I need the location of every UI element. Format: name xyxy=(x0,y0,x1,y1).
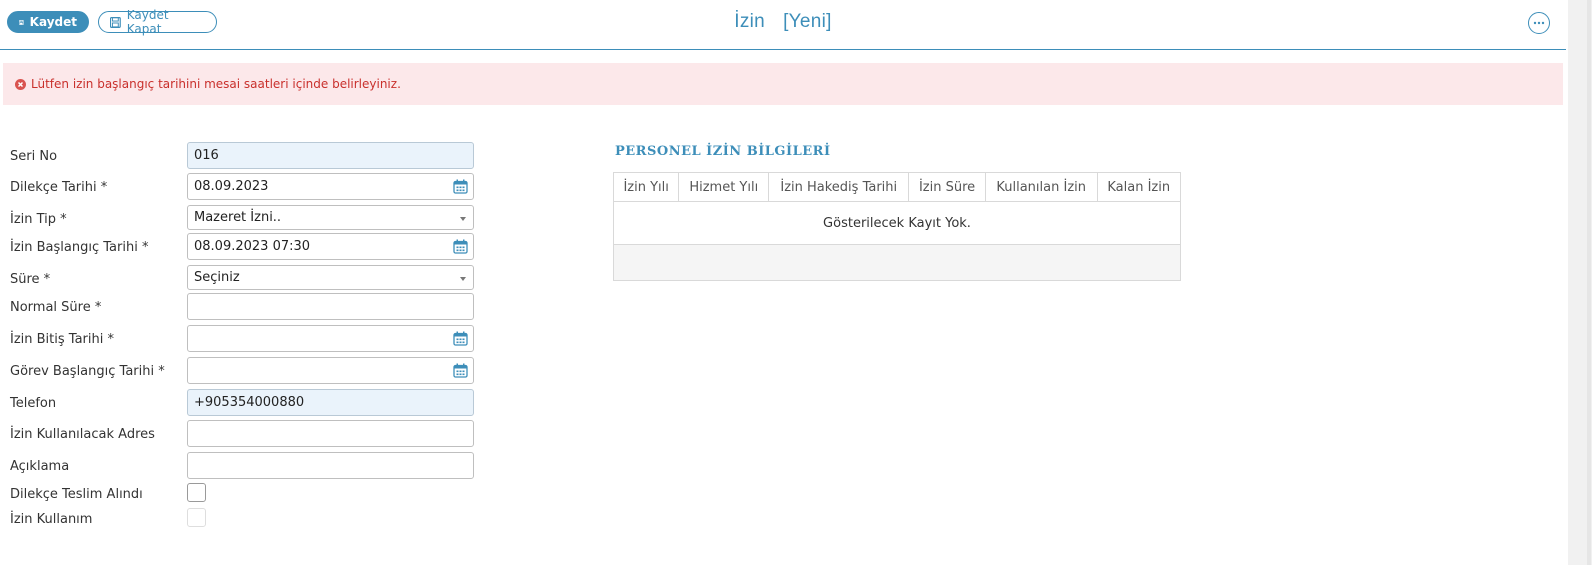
table-header-row: İzin Yılı Hizmet Yılı İzin Hakediş Tarih… xyxy=(612,172,1181,202)
column-header[interactable]: Kullanılan İzin xyxy=(984,172,1098,202)
toolbar: Kaydet Kaydet Kapat İzin [Yeni] xyxy=(0,0,1566,50)
calendar-icon[interactable] xyxy=(453,239,468,254)
calendar-icon[interactable] xyxy=(453,363,468,378)
teslim-alindi-label: Dilekçe Teslim Alındı xyxy=(10,487,143,502)
dilekce-tarihi-label: Dilekçe Tarihi * xyxy=(10,180,108,195)
izin-tip-select[interactable]: Mazeret İzni.. xyxy=(187,205,474,230)
seri-no-label: Seri No xyxy=(10,149,58,164)
table-footer xyxy=(613,244,1181,281)
more-horizontal-icon xyxy=(1533,21,1545,25)
vertical-scrollbar[interactable] xyxy=(1568,0,1592,565)
alert-message: Lütfen izin başlangıç tarihini mesai saa… xyxy=(31,77,401,91)
dilekce-tarihi-input[interactable]: 08.09.2023 xyxy=(187,173,474,200)
izin-baslangic-value: 08.09.2023 07:30 xyxy=(194,239,311,254)
sure-value: Seçiniz xyxy=(194,270,240,285)
gorev-baslangic-label: Görev Başlangıç Tarihi * xyxy=(10,364,165,379)
izin-baslangic-label: İzin Başlangıç Tarihi * xyxy=(10,240,149,255)
sure-label: Süre * xyxy=(10,272,51,287)
gorev-baslangic-input[interactable] xyxy=(187,357,474,384)
scrollbar-track[interactable] xyxy=(1587,0,1591,565)
aciklama-input[interactable] xyxy=(187,452,474,479)
telefon-input[interactable]: +905354000880 xyxy=(187,389,474,416)
calendar-icon[interactable] xyxy=(453,331,468,346)
page: Kaydet Kaydet Kapat İzin [Yeni] Lütfen i… xyxy=(0,0,1592,565)
personel-izin-table: İzin Yılı Hizmet Yılı İzin Hakediş Tarih… xyxy=(612,172,1181,281)
adres-label: İzin Kullanılacak Adres xyxy=(10,427,155,442)
chevron-down-icon xyxy=(460,277,466,281)
normal-sure-input[interactable] xyxy=(187,293,474,320)
adres-input[interactable] xyxy=(187,420,474,447)
column-header[interactable]: İzin Süre xyxy=(908,172,986,202)
izin-kullanim-label: İzin Kullanım xyxy=(10,512,93,527)
page-title-text: İzin xyxy=(734,11,766,32)
table-empty-row: Gösterilecek Kayıt Yok. xyxy=(613,201,1181,245)
column-header[interactable]: İzin Yılı xyxy=(612,172,680,202)
telefon-value: +905354000880 xyxy=(194,395,305,410)
telefon-label: Telefon xyxy=(10,396,57,411)
column-header[interactable]: Hizmet Yılı xyxy=(678,172,770,202)
izin-baslangic-input[interactable]: 08.09.2023 07:30 xyxy=(187,233,474,260)
izin-tip-label: İzin Tip * xyxy=(10,212,67,227)
teslim-alindi-checkbox[interactable] xyxy=(187,483,206,502)
column-header[interactable]: İzin Hakediş Tarihi xyxy=(768,172,910,202)
column-header[interactable]: Kalan İzin xyxy=(1096,172,1181,202)
seri-no-input[interactable]: 016 xyxy=(187,142,474,169)
page-title-status: [Yeni] xyxy=(783,11,832,32)
more-options-button[interactable] xyxy=(1528,12,1550,34)
izin-kullanim-checkbox[interactable] xyxy=(187,508,206,527)
izin-bitis-label: İzin Bitiş Tarihi * xyxy=(10,332,114,347)
table-footer-row xyxy=(613,244,1181,281)
personel-section-title: PERSONEL İZİN BİLGİLERİ xyxy=(615,144,831,159)
seri-no-value: 016 xyxy=(194,148,219,163)
izin-tip-value: Mazeret İzni.. xyxy=(194,210,282,225)
sure-select[interactable]: Seçiniz xyxy=(187,265,474,290)
empty-message: Gösterilecek Kayıt Yok. xyxy=(613,201,1181,245)
normal-sure-label: Normal Süre * xyxy=(10,300,102,315)
error-alert: Lütfen izin başlangıç tarihini mesai saa… xyxy=(3,63,1563,105)
izin-bitis-input[interactable] xyxy=(187,325,474,352)
aciklama-label: Açıklama xyxy=(10,459,70,474)
dilekce-tarihi-value: 08.09.2023 xyxy=(194,179,269,194)
calendar-icon[interactable] xyxy=(453,179,468,194)
chevron-down-icon xyxy=(460,217,466,221)
page-title: İzin [Yeni] xyxy=(0,11,1566,33)
error-circle-icon xyxy=(15,78,26,90)
